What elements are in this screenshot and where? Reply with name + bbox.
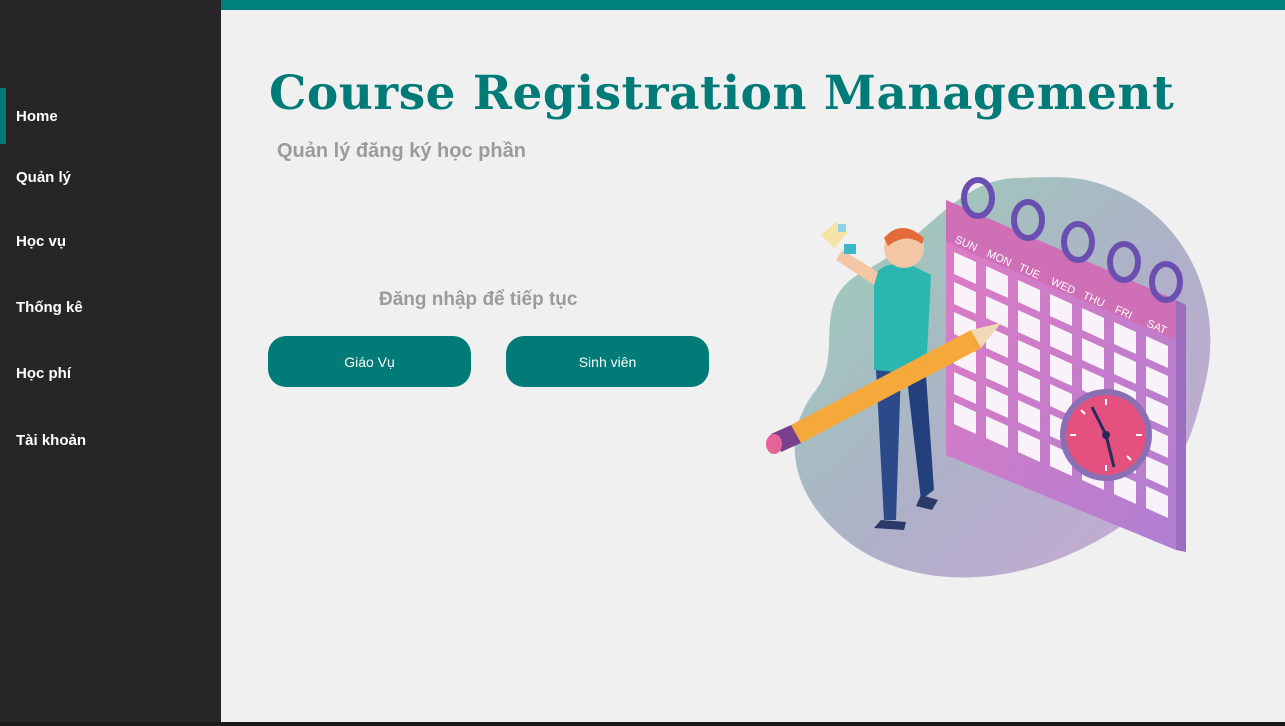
page-title: Course Registration Management xyxy=(269,66,1175,121)
sidebar-item-label: Tài khoản xyxy=(16,431,87,449)
sidebar-item-label: Quản lý xyxy=(16,168,72,186)
login-prompt: Đăng nhập để tiếp tục xyxy=(379,289,578,310)
sidebar-item-hoc-phi[interactable]: Học phí xyxy=(0,345,221,401)
sidebar-item-label: Học vụ xyxy=(16,232,67,250)
sidebar-item-label: Home xyxy=(16,107,58,125)
sidebar-item-tai-khoan[interactable]: Tài khoản xyxy=(0,412,221,468)
sidebar-item-label: Học phí xyxy=(16,364,71,382)
student-login-button[interactable]: Sinh viên xyxy=(506,336,709,387)
sidebar-item-hoc-vu[interactable]: Học vụ xyxy=(0,213,221,269)
top-accent-bar xyxy=(221,0,1285,10)
sidebar-item-thong-ke[interactable]: Thống kê xyxy=(0,279,221,335)
staff-login-button[interactable]: Giáo Vụ xyxy=(268,336,471,387)
page-subtitle: Quản lý đăng ký học phần xyxy=(277,140,526,162)
sidebar-item-label: Thống kê xyxy=(16,298,83,316)
sidebar-item-quan-ly[interactable]: Quản lý xyxy=(0,149,221,205)
sidebar-item-home[interactable]: Home xyxy=(0,88,221,144)
sidebar: Home Quản lý Học vụ Thống kê Học phí Tài… xyxy=(0,0,221,722)
clock-icon xyxy=(1060,389,1152,481)
floating-shapes-icon xyxy=(821,222,856,254)
taskbar-strip xyxy=(0,722,1285,726)
main-panel: Course Registration Management Quản lý đ… xyxy=(221,0,1285,722)
calendar-illustration: SUNMONTUEWEDTHUFRISAT xyxy=(766,177,1211,578)
